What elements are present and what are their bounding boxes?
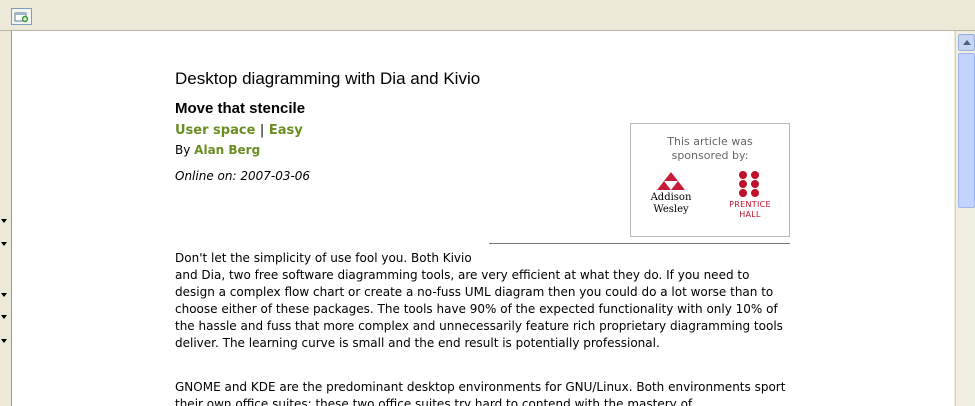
- paragraph-first-line: Don't let the simplicity of use fool you…: [175, 251, 472, 265]
- addison-text: Addison: [650, 192, 692, 203]
- byline: By Alan Berg: [175, 143, 260, 157]
- sponsor-text: This article was sponsored by:: [631, 135, 789, 163]
- publish-date: Online on: 2007-03-06: [175, 169, 311, 183]
- sponsor-divider: [489, 243, 790, 244]
- article-categories: User space | Easy: [175, 123, 303, 138]
- sponsor-line-1: This article was: [667, 135, 753, 148]
- paragraph-body: and Dia, two free software diagramming t…: [175, 268, 783, 350]
- browser-toolbar: [0, 0, 975, 31]
- sponsor-line-2: sponsored by:: [671, 149, 749, 162]
- left-pane-edge: [0, 31, 12, 406]
- by-label: By: [175, 143, 191, 157]
- chevron-down-icon[interactable]: [1, 242, 7, 246]
- author-link[interactable]: Alan Berg: [194, 143, 260, 157]
- prentice-dots-icon: [739, 171, 759, 197]
- vertical-scrollbar[interactable]: [955, 31, 975, 406]
- addison-wesley-wordmark: Addison Wesley: [646, 192, 696, 216]
- toolbar-button[interactable]: [11, 8, 32, 25]
- article-title: Desktop diagramming with Dia and Kivio: [175, 69, 481, 88]
- scroll-up-button[interactable]: [958, 34, 975, 51]
- level-link[interactable]: Easy: [269, 123, 303, 138]
- article-paragraph: Don't let the simplicity of use fool you…: [175, 250, 787, 352]
- category-separator: |: [259, 123, 265, 138]
- article-subtitle: Move that stencile: [175, 100, 306, 117]
- prentice-hall-wordmark: PRENTICE HALL: [725, 200, 775, 220]
- chevron-down-icon[interactable]: [1, 315, 7, 319]
- hall-text: HALL: [739, 210, 761, 219]
- scroll-thumb[interactable]: [958, 53, 975, 208]
- chevron-down-icon[interactable]: [1, 339, 7, 343]
- prentice-hall-logo[interactable]: PRENTICE HALL: [725, 170, 775, 220]
- addison-triangles-icon: [657, 172, 685, 190]
- page-viewport: Desktop diagramming with Dia and Kivio M…: [12, 31, 954, 406]
- wesley-text: Wesley: [653, 204, 689, 215]
- page-add-icon: [14, 12, 29, 23]
- chevron-down-icon[interactable]: [1, 219, 7, 223]
- article-paragraph-2: GNOME and KDE are the predominant deskto…: [175, 380, 786, 406]
- category-link[interactable]: User space: [175, 123, 255, 138]
- prentice-text: PRENTICE: [729, 200, 771, 209]
- sponsor-box: This article was sponsored by: Addison W…: [630, 123, 790, 237]
- chevron-down-icon[interactable]: [1, 293, 7, 297]
